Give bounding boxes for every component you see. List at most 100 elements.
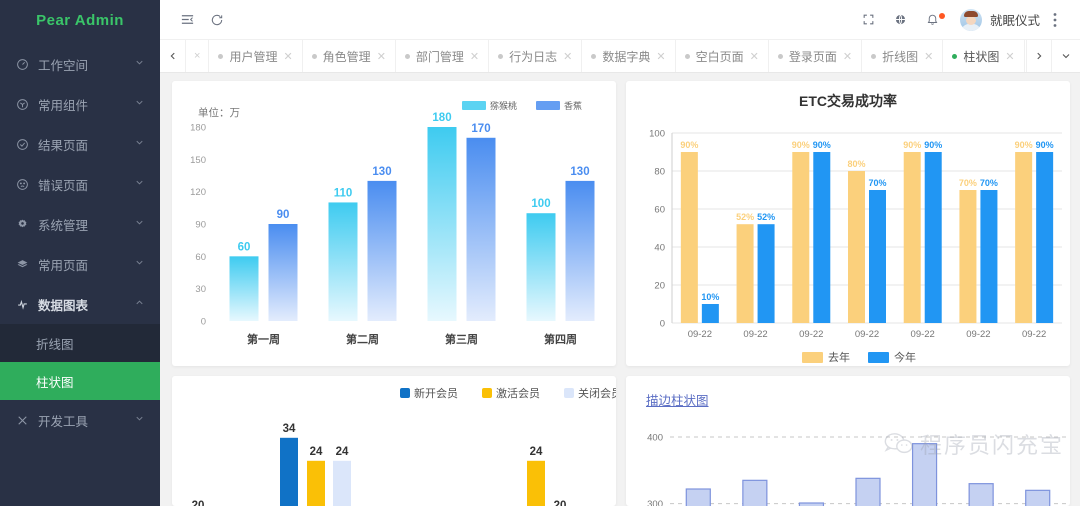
svg-text:100: 100 — [649, 129, 665, 140]
svg-text:0: 0 — [660, 319, 665, 330]
fullscreen-icon[interactable] — [854, 5, 884, 35]
svg-text:第二周: 第二周 — [346, 332, 379, 346]
svg-text:34: 34 — [283, 423, 296, 435]
username-label[interactable]: 就眠仪式 — [990, 10, 1040, 29]
main-area: 就眠仪式 × 用户管理 ✕ 角色管理 ✕ 部门管理 ✕ 行为日志 ✕ 数据字典 … — [160, 0, 1080, 506]
globe-icon[interactable] — [886, 5, 916, 35]
tab-label: 数据字典 — [602, 49, 651, 64]
svg-text:激活会员: 激活会员 — [496, 386, 540, 400]
close-icon[interactable]: ✕ — [843, 50, 852, 63]
svg-text:90%: 90% — [813, 140, 831, 150]
member-bar-chart[interactable]: 新开会员 激活会员 关闭会员 34 24 24 24 20 20 — [172, 376, 616, 506]
sidebar-item-result-pages[interactable]: 结果页面 — [0, 124, 160, 164]
chevron-down-icon — [134, 413, 146, 427]
brand-logo[interactable]: Pear Admin — [0, 0, 160, 40]
svg-text:90: 90 — [195, 220, 206, 231]
tab-role-management[interactable]: 角色管理 ✕ — [303, 40, 396, 72]
svg-text:100: 100 — [531, 198, 550, 210]
svg-text:170: 170 — [471, 123, 490, 135]
svg-text:新开会员: 新开会员 — [414, 386, 458, 400]
sidebar-item-error-pages[interactable]: 错误页面 — [0, 164, 160, 204]
svg-text:第三周: 第三周 — [445, 332, 478, 346]
close-icon[interactable]: × — [194, 50, 200, 62]
tabs-dropdown-button[interactable] — [1052, 40, 1080, 72]
refresh-icon[interactable] — [202, 5, 232, 35]
svg-text:90%: 90% — [1036, 140, 1054, 150]
chevron-down-icon — [134, 57, 146, 71]
svg-text:第四周: 第四周 — [544, 332, 577, 346]
fruit-bar-chart[interactable]: 0 30 60 90 120 150 180 60 90 第一周 110 130 第二周 180 170 第三… — [172, 81, 616, 366]
dashboard-grid: 单位：万 0 30 60 90 120 150 180 60 90 第一周 110 130 第二周 180… — [160, 73, 1080, 506]
svg-text:香蕉: 香蕉 — [564, 100, 582, 111]
svg-text:400: 400 — [647, 433, 663, 444]
svg-text:90%: 90% — [1015, 140, 1033, 150]
gear-icon — [12, 218, 32, 231]
tab-bullet-icon — [218, 53, 224, 59]
sidebar-item-common-pages[interactable]: 常用页面 — [0, 244, 160, 284]
tab-action-log[interactable]: 行为日志 ✕ — [489, 40, 583, 72]
sidebar-item-components[interactable]: 常用组件 — [0, 84, 160, 124]
sidebar-item-label: 常用页面 — [38, 258, 89, 273]
chevron-down-icon — [134, 257, 146, 271]
close-icon[interactable]: ✕ — [924, 50, 933, 63]
svg-text:90%: 90% — [680, 140, 698, 150]
tab-user-management[interactable]: 用户管理 ✕ — [209, 40, 303, 72]
sidebar-item-bar-chart[interactable]: 柱状图 — [0, 362, 160, 400]
tab-bullet-icon — [404, 53, 410, 59]
svg-text:第一周: 第一周 — [247, 332, 280, 346]
tab-bar-chart[interactable]: 柱状图 ✕ — [943, 40, 1025, 72]
etc-bar-chart[interactable]: 02040608010090%10%09-2252% 52%09-2290% 90%… — [626, 111, 1070, 366]
svg-text:09-22: 09-22 — [743, 329, 767, 340]
close-icon[interactable]: ✕ — [283, 50, 292, 63]
svg-text:130: 130 — [372, 166, 391, 178]
tabs-scroll-right-button[interactable] — [1026, 40, 1052, 72]
tab-home[interactable]: × — [186, 40, 210, 72]
svg-text:90%: 90% — [792, 140, 810, 150]
close-icon[interactable]: ✕ — [1005, 50, 1014, 63]
svg-text:09-22: 09-22 — [911, 329, 935, 340]
tools-icon — [12, 414, 32, 427]
tab-department-management[interactable]: 部门管理 ✕ — [396, 40, 490, 72]
close-icon[interactable]: ✕ — [470, 50, 479, 63]
card-member-chart: 新开会员 激活会员 关闭会员 34 24 24 24 20 20 — [172, 376, 616, 506]
tab-data-dictionary[interactable]: 数据字典 ✕ — [582, 40, 676, 72]
tab-label: 空白页面 — [695, 49, 744, 64]
svg-text:09-22: 09-22 — [799, 329, 823, 340]
sidebar-item-dev-tools[interactable]: 开发工具 — [0, 400, 160, 440]
svg-text:09-22: 09-22 — [855, 329, 879, 340]
tab-bullet-icon — [311, 53, 317, 59]
outline-bar-chart[interactable]: 400 300 — [626, 409, 1070, 506]
avatar[interactable] — [959, 8, 982, 31]
dashboard-icon — [12, 58, 32, 71]
tab-label: 行为日志 — [509, 49, 558, 64]
tab-login-page[interactable]: 登录页面 ✕ — [769, 40, 863, 72]
tab-line-chart[interactable]: 折线图 ✕ — [862, 40, 944, 72]
close-icon[interactable]: ✕ — [563, 50, 572, 63]
close-icon[interactable]: ✕ — [750, 50, 759, 63]
tab-label: 登录页面 — [788, 49, 837, 64]
tab-bar: × 用户管理 ✕ 角色管理 ✕ 部门管理 ✕ 行为日志 ✕ 数据字典 ✕ 空白页… — [160, 40, 1080, 73]
close-icon[interactable]: ✕ — [377, 50, 386, 63]
sidebar-item-workspace[interactable]: 工作空间 — [0, 44, 160, 84]
kebab-menu-icon[interactable] — [1042, 5, 1068, 35]
tabs-scroll-left-button[interactable] — [160, 40, 186, 72]
svg-text:09-22: 09-22 — [966, 329, 990, 340]
sidebar-item-system[interactable]: 系统管理 — [0, 204, 160, 244]
svg-text:300: 300 — [647, 499, 663, 506]
menu-collapse-icon[interactable] — [172, 5, 202, 35]
avatar-body — [960, 23, 981, 31]
svg-text:110: 110 — [334, 187, 353, 199]
svg-text:40: 40 — [654, 243, 665, 254]
svg-text:90%: 90% — [903, 140, 921, 150]
chevron-down-icon — [134, 217, 146, 231]
tab-blank-page[interactable]: 空白页面 ✕ — [676, 40, 769, 72]
sidebar-item-line-chart[interactable]: 折线图 — [0, 324, 160, 362]
chevron-down-icon — [134, 177, 146, 191]
card-outline-chart: 描边柱状图 400 300 程序员闪充宝 — [626, 376, 1070, 506]
app-root: Pear Admin 工作空间 常用组件 结果页面 错误页面 系统管理 常用页面… — [0, 0, 1080, 506]
svg-text:24: 24 — [530, 446, 543, 458]
sidebar-item-label: 开发工具 — [38, 414, 89, 429]
bell-icon[interactable] — [918, 5, 948, 35]
close-icon[interactable]: ✕ — [656, 50, 665, 63]
sidebar-item-charts[interactable]: 数据图表 — [0, 284, 160, 324]
